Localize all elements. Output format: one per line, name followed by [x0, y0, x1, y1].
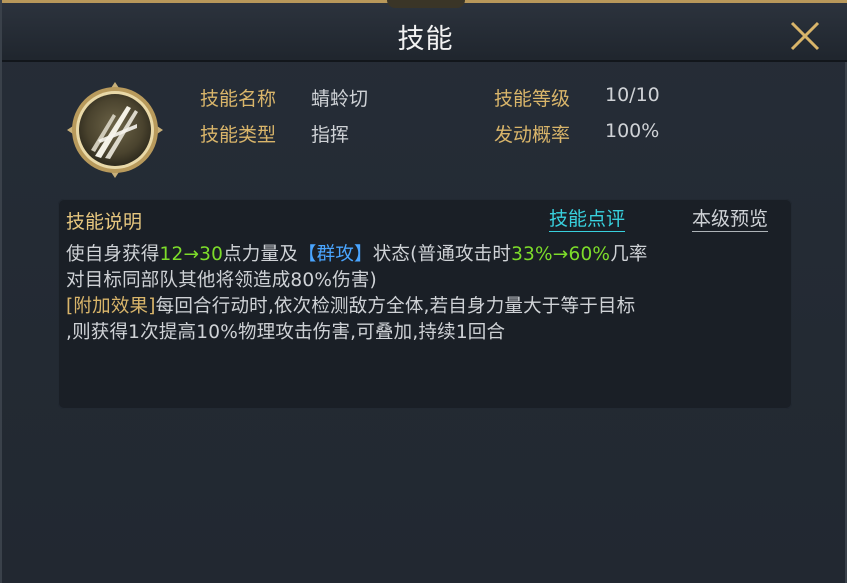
trigger-rate-label: 发动概率	[494, 124, 571, 146]
description-line-3: [附加效果]每回合行动时,依次检测敌方全体,若自身力量大于等于目标	[66, 296, 636, 317]
description-text: 使自身获得12→30点力量及【群攻】状态(普通攻击时33%→60%几率 对目标同…	[66, 242, 786, 346]
skill-level-label: 技能等级	[494, 88, 571, 110]
skill-type-row: 技能类型 指挥	[200, 120, 349, 147]
power-range: 12→30	[159, 244, 224, 265]
chance-range: 33%→60%	[511, 244, 611, 265]
skill-type-label: 技能类型	[200, 124, 277, 146]
skill-level-value: 10/10	[605, 84, 660, 106]
level-preview-link[interactable]: 本级预览	[692, 207, 769, 232]
skill-name-row: 技能名称 蜻蛉切	[200, 84, 368, 111]
trigger-rate-row: 发动概率 100%	[494, 120, 659, 147]
skill-name-value: 蜻蛉切	[311, 88, 369, 110]
close-icon[interactable]	[784, 15, 826, 57]
status-tag: 【群攻】	[297, 244, 373, 265]
skill-dialog: 技能 技能名称 蜻蛉切 技能类型 指挥 技能等级 10/10 发动概率 100%…	[0, 0, 847, 583]
skill-level-row: 技能等级 10/10	[494, 84, 660, 111]
description-line-1: 使自身获得12→30点力量及【群攻】状态(普通攻击时33%→60%几率	[66, 244, 648, 265]
skill-description-panel: 技能说明 技能点评 本级预览 使自身获得12→30点力量及【群攻】状态(普通攻击…	[58, 199, 792, 409]
extra-effect-tag: [附加效果]	[66, 296, 156, 317]
description-line-4: ,则获得1次提高10%物理攻击伤害,可叠加,持续1回合	[66, 322, 506, 343]
trigger-rate-value: 100%	[605, 120, 660, 142]
title-bar: 技能	[2, 0, 847, 62]
skill-name-label: 技能名称	[200, 88, 277, 110]
dialog-title: 技能	[397, 24, 454, 55]
description-line-2: 对目标同部队其他将领造成80%伤害)	[66, 270, 377, 291]
skill-type-value: 指挥	[311, 124, 350, 146]
skill-slash-icon	[65, 80, 165, 180]
description-title: 技能说明	[66, 211, 143, 233]
skill-review-link[interactable]: 技能点评	[549, 207, 626, 232]
